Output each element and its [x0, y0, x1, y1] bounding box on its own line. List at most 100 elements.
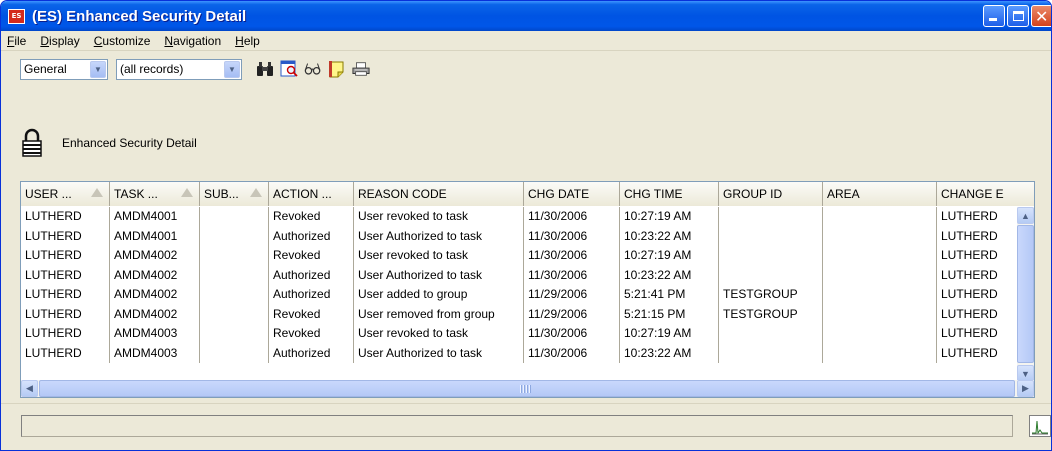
cell-user: LUTHERD: [21, 343, 110, 363]
table-row[interactable]: LUTHERD AMDM4002 Authorized User Authorized…: [21, 265, 1034, 285]
cell-chg-time: 10:23:22 AM: [620, 343, 719, 363]
cell-chg-time: 10:27:19 AM: [620, 246, 719, 266]
find-record-icon[interactable]: [280, 60, 298, 78]
cell-group-id: TESTGROUP: [719, 304, 823, 324]
cell-user: LUTHERD: [21, 304, 110, 324]
close-icon: ✕: [1035, 7, 1049, 26]
cell-group-id: [719, 246, 823, 266]
table-row[interactable]: LUTHERD AMDM4001 Revoked User revoked to ta…: [21, 207, 1034, 227]
sort-icon: [181, 188, 193, 197]
chevron-down-icon[interactable]: ▼: [224, 60, 240, 78]
column-header-area[interactable]: AREA: [823, 182, 937, 206]
table-row[interactable]: LUTHERD AMDM4003 Revoked User revoked to ta…: [21, 324, 1034, 344]
cell-reason-code: User revoked to task: [354, 207, 524, 227]
scroll-right-button[interactable]: ▶: [1017, 380, 1034, 397]
menu-help-label: elp: [243, 33, 260, 48]
cell-user: LUTHERD: [21, 207, 110, 227]
minimize-button[interactable]: [983, 5, 1005, 27]
records-grid[interactable]: USER ... TASK ... SUB... ACTION ... REASON C…: [20, 181, 1035, 398]
menu-file[interactable]: File: [5, 34, 28, 48]
table-row[interactable]: LUTHERD AMDM4002 Revoked User revoked to ta…: [21, 246, 1034, 266]
scroll-up-button[interactable]: ▲: [1017, 207, 1034, 224]
chevron-down-icon[interactable]: ▼: [90, 60, 106, 78]
cell-chg-date: 11/30/2006: [524, 246, 620, 266]
column-header-change-by[interactable]: CHANGE E: [937, 182, 1034, 206]
cell-task: AMDM4003: [110, 343, 200, 363]
menu-display-label: isplay: [49, 33, 80, 48]
scroll-left-button[interactable]: ◀: [21, 380, 38, 397]
cell-action: Revoked: [269, 246, 354, 266]
vertical-scroll-thumb[interactable]: [1017, 225, 1034, 363]
table-row[interactable]: LUTHERD AMDM4002 Authorized User added to g…: [21, 285, 1034, 305]
cell-sub: [200, 265, 269, 285]
cell-sub: [200, 343, 269, 363]
column-header-label: SUB...: [204, 187, 239, 201]
scroll-grip-icon: [520, 385, 532, 393]
cell-task: AMDM4003: [110, 324, 200, 344]
table-row[interactable]: LUTHERD AMDM4002 Revoked User removed from …: [21, 304, 1034, 324]
cell-chg-time: 5:21:41 PM: [620, 285, 719, 305]
horizontal-scroll-thumb[interactable]: [39, 380, 1015, 397]
column-header-sub[interactable]: SUB...: [200, 182, 269, 206]
column-header-label: GROUP ID: [723, 187, 783, 201]
grid-header: USER ... TASK ... SUB... ACTION ... REASON C…: [21, 182, 1034, 206]
grid-rows: LUTHERD AMDM4001 Revoked User revoked to ta…: [21, 207, 1034, 363]
view-select[interactable]: General ▼: [20, 58, 108, 80]
column-header-chg-time[interactable]: CHG TIME: [620, 182, 719, 206]
menu-navigation[interactable]: Navigation: [162, 34, 223, 48]
activity-graph-icon: [1029, 415, 1051, 437]
app-icon[interactable]: ES: [8, 8, 25, 24]
status-bar: [1, 403, 1051, 437]
cell-reason-code: User Authorized to task: [354, 343, 524, 363]
column-header-group-id[interactable]: GROUP ID: [719, 182, 823, 206]
column-header-label: USER ...: [25, 187, 72, 201]
table-row[interactable]: LUTHERD AMDM4001 Authorized User Authorized…: [21, 226, 1034, 246]
column-header-action[interactable]: ACTION ...: [269, 182, 354, 206]
cell-chg-date: 11/29/2006: [524, 285, 620, 305]
menu-navigation-accel: N: [164, 33, 174, 48]
binoculars-icon[interactable]: [256, 60, 274, 78]
menu-display-accel: D: [40, 33, 50, 48]
cell-action: Authorized: [269, 226, 354, 246]
title-bar[interactable]: ES (ES) Enhanced Security Detail ✕: [1, 1, 1051, 31]
page-title: Enhanced Security Detail: [62, 136, 197, 150]
maximize-button[interactable]: [1007, 5, 1029, 27]
menu-file-label: ile: [14, 33, 27, 48]
cell-chg-time: 10:27:19 AM: [620, 324, 719, 344]
cell-area: [823, 226, 937, 246]
sort-icon: [91, 188, 103, 197]
cell-group-id: TESTGROUP: [719, 285, 823, 305]
column-header-reason-code[interactable]: REASON CODE: [354, 182, 524, 206]
cell-chg-date: 11/30/2006: [524, 324, 620, 344]
cell-user: LUTHERD: [21, 265, 110, 285]
column-header-user[interactable]: USER ...: [21, 182, 110, 206]
cell-area: [823, 265, 937, 285]
menu-help[interactable]: Help: [233, 34, 262, 48]
sort-icon: [250, 188, 262, 197]
vertical-scrollbar[interactable]: ▲ ▼: [1017, 207, 1034, 382]
cell-chg-time: 10:27:19 AM: [620, 207, 719, 227]
menu-customize[interactable]: Customize: [92, 34, 153, 48]
cell-task: AMDM4002: [110, 285, 200, 305]
horizontal-scrollbar[interactable]: ◀ ▶: [21, 380, 1034, 397]
view-select-value: General: [24, 62, 67, 76]
menu-display[interactable]: Display: [38, 34, 81, 48]
cell-chg-date: 11/30/2006: [524, 343, 620, 363]
cell-group-id: [719, 207, 823, 227]
menu-customize-label: ustomize: [102, 33, 151, 48]
glasses-icon[interactable]: [304, 60, 322, 78]
column-header-task[interactable]: TASK ...: [110, 182, 200, 206]
cell-chg-date: 11/29/2006: [524, 304, 620, 324]
cell-reason-code: User Authorized to task: [354, 265, 524, 285]
close-button[interactable]: ✕: [1031, 5, 1051, 27]
column-header-chg-date[interactable]: CHG DATE: [524, 182, 620, 206]
cell-sub: [200, 324, 269, 344]
cell-action: Authorized: [269, 343, 354, 363]
print-icon[interactable]: [352, 60, 370, 78]
toolbar-icons: [256, 60, 370, 78]
table-row[interactable]: LUTHERD AMDM4003 Authorized User Authorized…: [21, 343, 1034, 363]
note-icon[interactable]: [328, 60, 346, 78]
menu-bar: File Display Customize Navigation Help: [1, 31, 1051, 51]
filter-select[interactable]: (all records) ▼: [116, 58, 242, 80]
status-text: [21, 415, 1013, 437]
